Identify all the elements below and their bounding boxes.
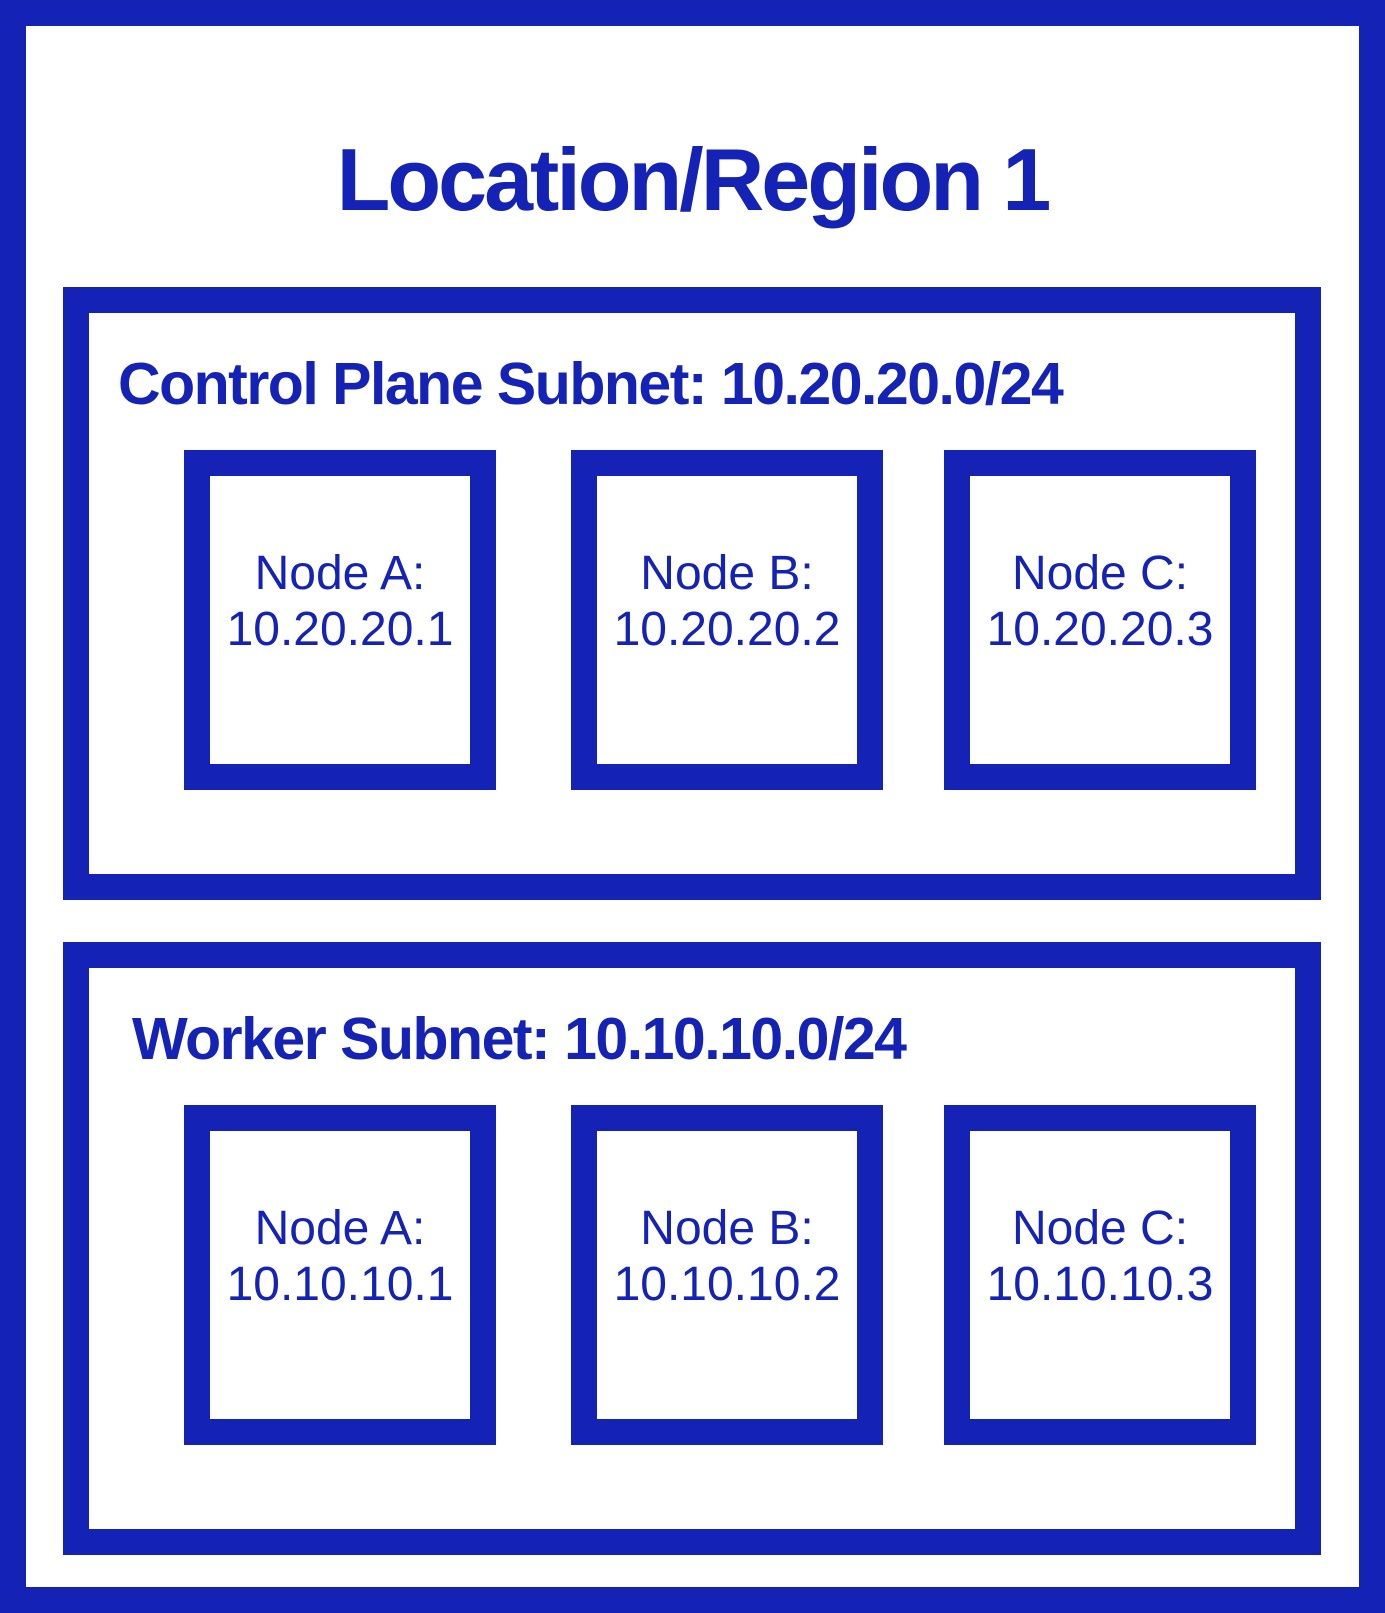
node-ip: 10.10.10.2 bbox=[613, 1258, 841, 1311]
region-title: Location/Region 1 bbox=[336, 130, 1052, 229]
node-ip: 10.20.20.2 bbox=[613, 603, 841, 656]
node-name: Node A: bbox=[254, 547, 426, 600]
node-box: Node C: 10.20.20.3 bbox=[944, 450, 1256, 790]
node-box: Node B: 10.20.20.2 bbox=[571, 450, 883, 790]
node-name: Node A: bbox=[254, 1202, 426, 1255]
node-ip: 10.10.10.3 bbox=[986, 1258, 1214, 1311]
worker-subnet: Worker Subnet: 10.10.10.0/24 Node A: 10.… bbox=[63, 942, 1321, 1555]
node-box: Node C: 10.10.10.3 bbox=[944, 1105, 1256, 1445]
node-ip: 10.10.10.1 bbox=[226, 1258, 454, 1311]
node-ip: 10.20.20.3 bbox=[986, 603, 1214, 656]
node-name: Node B: bbox=[640, 547, 814, 600]
control-plane-subnet: Control Plane Subnet: 10.20.20.0/24 Node… bbox=[63, 287, 1321, 900]
subnet-title: Worker Subnet: 10.10.10.0/24 bbox=[132, 1006, 907, 1072]
node-name: Node B: bbox=[640, 1202, 814, 1255]
node-ip: 10.20.20.1 bbox=[226, 603, 454, 656]
node-box: Node A: 10.10.10.1 bbox=[184, 1105, 496, 1445]
node-box: Node B: 10.10.10.2 bbox=[571, 1105, 883, 1445]
region-box: Location/Region 1 Control Plane Subnet: … bbox=[0, 0, 1385, 1613]
node-name: Node C: bbox=[1011, 547, 1189, 600]
node-name: Node C: bbox=[1011, 1202, 1189, 1255]
subnet-title: Control Plane Subnet: 10.20.20.0/24 bbox=[118, 351, 1064, 417]
node-box: Node A: 10.20.20.1 bbox=[184, 450, 496, 790]
